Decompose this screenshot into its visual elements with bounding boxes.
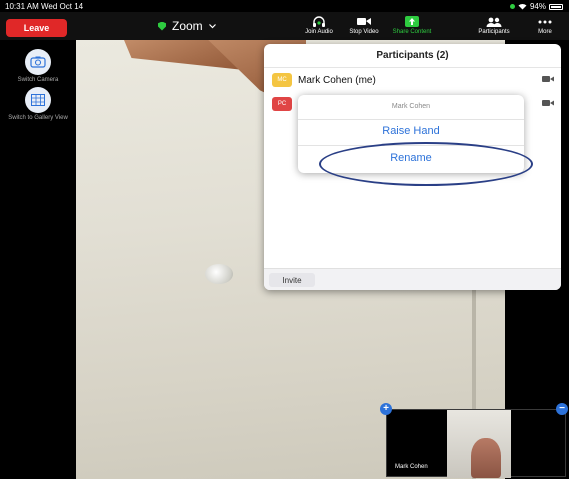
annotation-oval bbox=[319, 142, 533, 186]
panel-footer: Invite bbox=[264, 268, 561, 290]
participants-icon bbox=[486, 17, 502, 27]
minimize-minus-icon[interactable]: − bbox=[556, 403, 568, 415]
status-indicators: 94% bbox=[509, 2, 563, 11]
meeting-title-label: Zoom bbox=[172, 19, 203, 33]
encryption-shield-icon bbox=[158, 21, 166, 31]
self-face bbox=[471, 438, 501, 478]
participant-row[interactable]: MC Mark Cohen (me) bbox=[272, 70, 554, 90]
wifi-icon bbox=[518, 3, 527, 10]
self-video-feed bbox=[447, 410, 511, 478]
participant-name: Mark Cohen (me) bbox=[298, 74, 376, 86]
zoom-meeting-screen: 10:31 AM Wed Oct 14 94% Leave Zoom Join … bbox=[0, 0, 569, 479]
expand-plus-icon[interactable]: + bbox=[380, 403, 392, 415]
more-button[interactable]: More bbox=[523, 14, 567, 35]
camera-switch-icon bbox=[30, 56, 46, 68]
battery-percent: 94% bbox=[529, 2, 546, 11]
left-control-rail: Switch Camera Switch to Gallery View bbox=[0, 40, 76, 479]
chevron-down-icon bbox=[208, 23, 216, 28]
ios-status-bar: 10:31 AM Wed Oct 14 94% bbox=[0, 0, 569, 12]
participants-panel-title: Participants (2) bbox=[376, 50, 449, 61]
stop-video-button[interactable]: Stop Video bbox=[342, 14, 386, 35]
battery-icon bbox=[549, 3, 563, 10]
leave-button[interactable]: Leave bbox=[6, 19, 67, 37]
gallery-view-circle bbox=[25, 87, 51, 113]
self-view-thumbnail[interactable]: Mark Cohen bbox=[386, 409, 566, 478]
action-menu-header: Mark Cohen bbox=[391, 103, 431, 110]
panel-divider bbox=[264, 67, 561, 68]
switch-camera-button[interactable]: Switch Camera bbox=[0, 49, 76, 84]
meeting-toolbar: Leave Zoom Join Audio Stop Video Share C… bbox=[0, 12, 569, 40]
switch-camera-circle bbox=[25, 49, 51, 75]
switch-camera-label: Switch Camera bbox=[17, 77, 59, 83]
share-arrow-icon bbox=[405, 16, 419, 27]
share-content-label: Share Content bbox=[392, 29, 432, 35]
self-view-name: Mark Cohen bbox=[395, 464, 428, 470]
share-content-button[interactable]: Share Content bbox=[387, 14, 437, 35]
gallery-grid-icon bbox=[31, 94, 45, 106]
menu-divider bbox=[298, 119, 524, 120]
gallery-view-label: Switch to Gallery View bbox=[8, 115, 68, 121]
more-label: More bbox=[538, 29, 552, 35]
avatar: PC bbox=[272, 97, 292, 111]
ceiling-light-fixture bbox=[205, 264, 233, 284]
join-audio-button[interactable]: Join Audio bbox=[297, 14, 341, 35]
recording-dot-icon bbox=[509, 4, 515, 9]
avatar: MC bbox=[272, 73, 292, 87]
status-time: 10:31 AM Wed Oct 14 bbox=[5, 2, 84, 11]
participants-button[interactable]: Participants bbox=[472, 14, 516, 35]
participants-label: Participants bbox=[478, 29, 510, 35]
video-camera-icon bbox=[542, 76, 554, 82]
invite-button[interactable]: Invite bbox=[269, 273, 315, 287]
stop-video-label: Stop Video bbox=[349, 29, 379, 35]
gallery-view-button[interactable]: Switch to Gallery View bbox=[0, 87, 76, 122]
video-camera-icon bbox=[542, 100, 554, 106]
video-camera-icon bbox=[357, 18, 371, 25]
join-audio-label: Join Audio bbox=[305, 29, 333, 35]
meeting-title[interactable]: Zoom bbox=[158, 19, 216, 33]
raise-hand-button[interactable]: Raise Hand bbox=[298, 125, 524, 137]
more-dots-icon bbox=[538, 20, 552, 23]
headphones-icon bbox=[313, 15, 325, 27]
